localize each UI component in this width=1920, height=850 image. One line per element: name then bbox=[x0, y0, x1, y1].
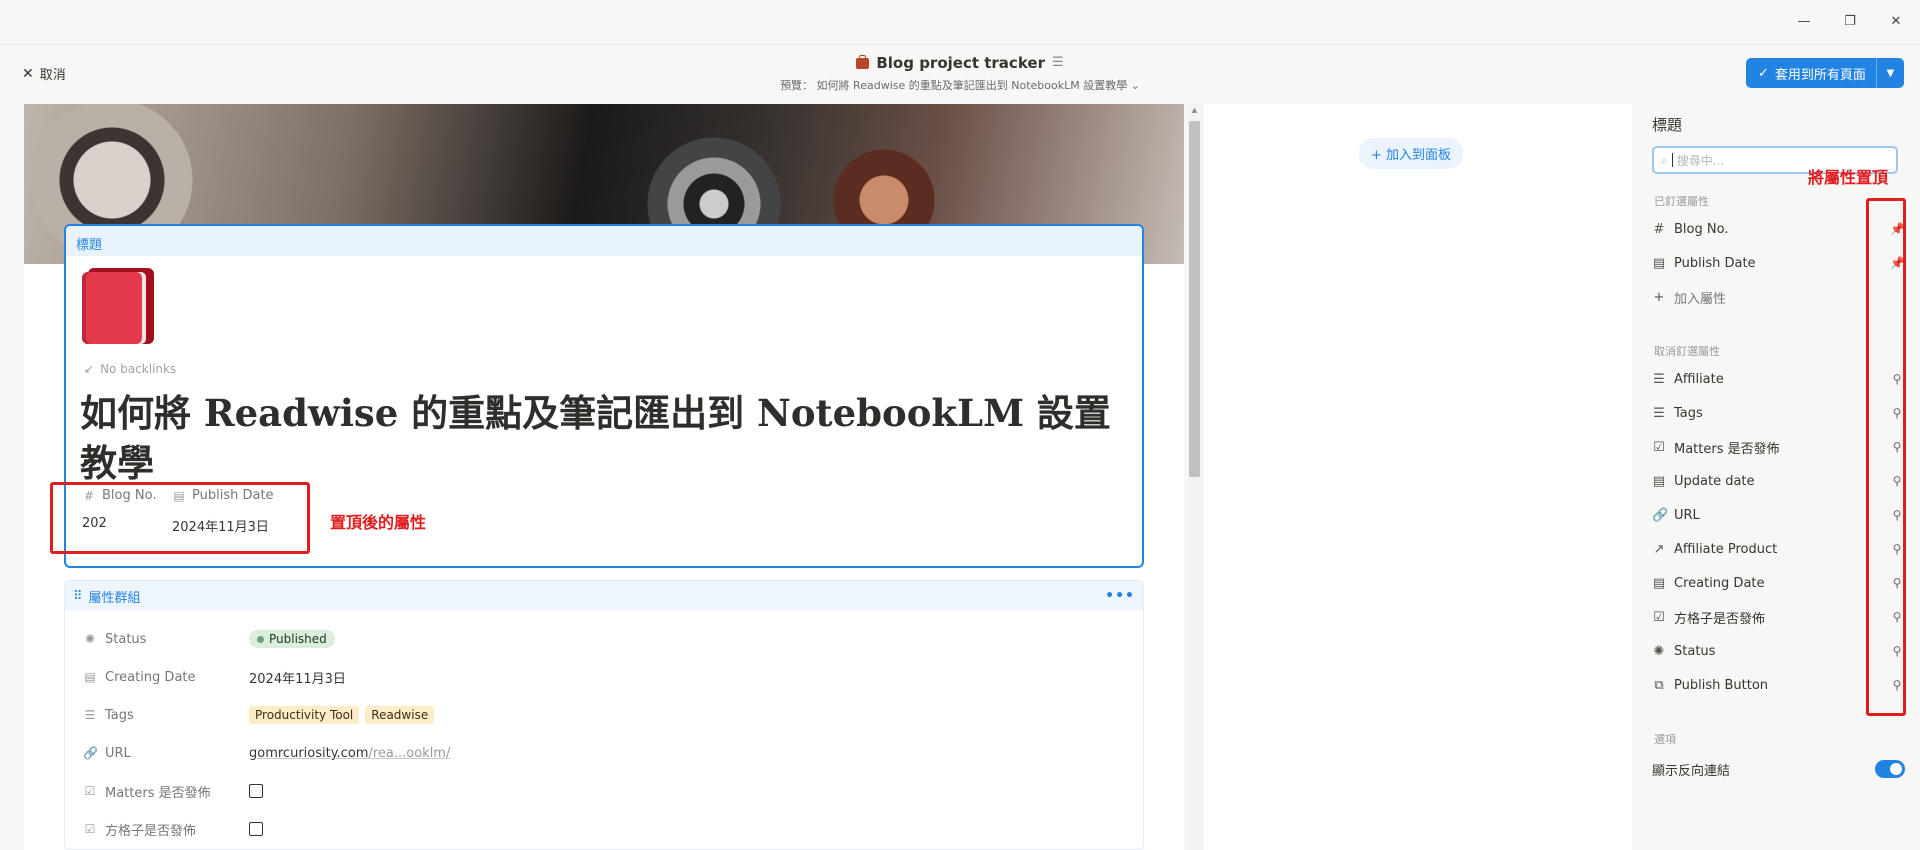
tag-chip[interactable]: Productivity Tool bbox=[249, 706, 360, 724]
top-divider bbox=[0, 44, 1920, 45]
property-group: ⠿ 屬性群組 ••• ✺ Status Published ▤ Creating D… bbox=[64, 580, 1144, 850]
restore-icon[interactable]: ❐ bbox=[1840, 12, 1860, 32]
scrollbar-thumb[interactable] bbox=[1189, 121, 1200, 477]
page-title[interactable]: 如何將 Readwise 的重點及筆記匯出到 NotebookLM 設置教學 bbox=[80, 388, 1130, 488]
property-group-label: 屬性群組 bbox=[88, 590, 141, 606]
apply-dropdown-chevron-icon[interactable]: ▼ bbox=[1876, 58, 1904, 88]
status-badge[interactable]: Published bbox=[249, 630, 335, 648]
fangge-checkbox[interactable] bbox=[249, 822, 263, 836]
url-link[interactable]: gomrcuriosity.com/rea...ooklm/ bbox=[249, 746, 450, 761]
checkbox-icon: ☑ bbox=[1653, 439, 1665, 455]
preview-selector[interactable]: 預覽： 如何將 Readwise 的重點及筆記匯出到 NotebookLM 設置… bbox=[0, 77, 1920, 93]
apply-all-label: 套用到所有頁面 bbox=[1774, 67, 1866, 83]
title-block-header: 標題 bbox=[66, 226, 1142, 256]
prop-name: Matters 是否發佈 bbox=[105, 785, 211, 801]
plus-icon: + bbox=[1653, 289, 1665, 305]
plus-icon: + bbox=[1371, 148, 1382, 163]
calendar-icon: ▤ bbox=[1652, 473, 1666, 489]
annotation-box-pins bbox=[1866, 198, 1906, 716]
group-row-tags[interactable]: ☰ Tags Productivity Tool Readwise bbox=[83, 703, 435, 727]
panel-prop-name: Affiliate Product bbox=[1674, 541, 1778, 557]
search-placeholder: 搜尋中... bbox=[1676, 153, 1725, 168]
backlinks-label: No backlinks bbox=[100, 362, 177, 376]
scroll-up-icon[interactable]: ▲ bbox=[1188, 106, 1201, 114]
add-to-board-button[interactable]: + 加入到面板 bbox=[1359, 138, 1464, 169]
panel-prop-name: Blog No. bbox=[1674, 221, 1729, 237]
more-options-icon[interactable]: ••• bbox=[1105, 588, 1135, 604]
group-row-status[interactable]: ✺ Status Published bbox=[83, 627, 335, 651]
panel-prop-name: Matters 是否發佈 bbox=[1674, 441, 1780, 457]
prop-value: 2024年11月3日 bbox=[249, 671, 346, 687]
panel-prop-name: Tags bbox=[1674, 405, 1703, 421]
group-row-fangge[interactable]: ☑ 方格子是否發佈 bbox=[83, 817, 263, 841]
prop-name: Creating Date bbox=[105, 669, 196, 685]
add-property-label: 加入屬性 bbox=[1674, 291, 1727, 307]
show-backlinks-label: 顯示反向連結 bbox=[1652, 763, 1731, 779]
backlink-arrow-icon: ↙ bbox=[84, 362, 95, 376]
matters-checkbox[interactable] bbox=[249, 784, 263, 798]
property-group-header[interactable]: ⠿ 屬性群組 ••• bbox=[65, 581, 1143, 611]
show-backlinks-toggle[interactable] bbox=[1875, 760, 1905, 778]
link-icon: 🔗 bbox=[1652, 507, 1669, 523]
prop-name: Status bbox=[105, 631, 147, 647]
calendar-icon: ▤ bbox=[84, 670, 96, 684]
prop-name: 方格子是否發佈 bbox=[105, 823, 197, 839]
arrow-icon: ↗ bbox=[1653, 541, 1665, 557]
panel-title: 標題 bbox=[1652, 116, 1683, 134]
prop-name: URL bbox=[105, 745, 131, 761]
panel-prop-name: Status bbox=[1674, 643, 1716, 659]
chevron-down-icon: ⌄ bbox=[1130, 79, 1140, 92]
minimize-icon[interactable]: — bbox=[1794, 12, 1814, 32]
group-row-matters[interactable]: ☑ Matters 是否發佈 bbox=[83, 779, 263, 803]
panel-prop-name: Publish Date bbox=[1674, 255, 1756, 271]
annotation-box-pinned bbox=[50, 482, 310, 554]
unpinned-section-label: 取消釘選屬性 bbox=[1654, 345, 1720, 358]
database-title-text: Blog project tracker bbox=[876, 53, 1045, 72]
options-section-label: 選項 bbox=[1654, 733, 1676, 746]
drag-handle-icon[interactable]: ⠿ bbox=[73, 589, 83, 604]
list-icon: ☰ bbox=[84, 708, 96, 722]
group-row-url[interactable]: 🔗 URL gomrcuriosity.com/rea...ooklm/ bbox=[83, 741, 450, 765]
show-backlinks-row: 顯示反向連結 bbox=[1652, 758, 1862, 780]
panel-prop-name: URL bbox=[1674, 507, 1700, 523]
checkbox-icon: ☑ bbox=[1653, 609, 1665, 625]
hash-icon: # bbox=[1653, 221, 1665, 237]
panel-prop-name: Affiliate bbox=[1674, 371, 1724, 387]
panel-prop-name: Publish Button bbox=[1674, 677, 1769, 693]
link-icon: 🔗 bbox=[83, 746, 98, 760]
sliders-icon[interactable]: ☰ bbox=[1052, 55, 1064, 70]
close-window-icon[interactable]: ✕ bbox=[1886, 12, 1906, 32]
pinned-section-label: 已釘選屬性 bbox=[1654, 195, 1709, 208]
calendar-icon: ▤ bbox=[1652, 575, 1666, 591]
status-icon: ✺ bbox=[84, 632, 96, 646]
header-center: Blog project tracker ☰ 預覽： 如何將 Readwise … bbox=[0, 53, 1920, 93]
search-icon: ⌕ bbox=[1661, 152, 1668, 167]
tag-chip[interactable]: Readwise bbox=[365, 706, 435, 724]
annotation-pin-label: 將屬性置頂 bbox=[1808, 168, 1889, 187]
board-column: + 加入到面板 bbox=[1202, 104, 1632, 850]
status-icon: ✺ bbox=[1653, 643, 1665, 659]
button-icon: ⧉ bbox=[1654, 677, 1664, 693]
book-icon[interactable] bbox=[82, 268, 154, 346]
group-row-creating-date[interactable]: ▤ Creating Date 2024年11月3日 bbox=[83, 665, 346, 689]
backlinks[interactable]: ↙ No backlinks bbox=[84, 362, 176, 376]
check-icon: ✓ bbox=[1758, 65, 1769, 81]
panel-prop-name: 方格子是否發佈 bbox=[1674, 611, 1766, 627]
panel-prop-name: Creating Date bbox=[1674, 575, 1765, 591]
briefcase-icon bbox=[856, 55, 870, 69]
preview-text: 預覽： 如何將 Readwise 的重點及筆記匯出到 NotebookLM 設置… bbox=[780, 79, 1128, 92]
database-title[interactable]: Blog project tracker ☰ bbox=[856, 53, 1064, 72]
prop-name: Tags bbox=[105, 707, 134, 723]
panel-prop-name: Update date bbox=[1674, 473, 1755, 489]
annotation-pinned-label: 置頂後的屬性 bbox=[330, 513, 427, 532]
list-icon: ☰ bbox=[1653, 405, 1665, 421]
checkbox-icon: ☑ bbox=[84, 784, 96, 798]
calendar-icon: ▤ bbox=[1652, 255, 1666, 271]
checkbox-icon: ☑ bbox=[84, 822, 96, 836]
add-to-board-label: 加入到面板 bbox=[1386, 148, 1452, 163]
apply-all-button[interactable]: ✓ 套用到所有頁面 ▼ bbox=[1746, 58, 1904, 88]
list-icon: ☰ bbox=[1653, 371, 1665, 387]
